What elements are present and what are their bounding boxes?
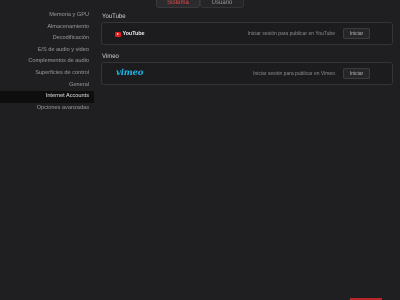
vimeo-signin-button[interactable]: Iniciar — [343, 68, 370, 79]
vimeo-logo: vimeo — [116, 68, 144, 78]
sidebar-item-decodificacion[interactable]: Decodificación — [0, 33, 94, 45]
youtube-signin-text: Iniciar sesión para publicar en YouTube — [247, 31, 335, 37]
vimeo-signin-text: Iniciar sesión para publicar en Vimeo — [253, 71, 335, 77]
settings-tabs: Sistema Usuario — [156, 0, 244, 8]
youtube-logo: YouTube — [115, 31, 145, 37]
youtube-account-card: YouTube Iniciar sesión para publicar en … — [101, 22, 393, 45]
sidebar-item-opciones-avanzadas[interactable]: Opciones avanzadas — [0, 103, 94, 115]
sidebar-item-internet-accounts[interactable]: Internet Accounts — [0, 91, 94, 103]
sidebar-item-superficies-control[interactable]: Superficies de control — [0, 68, 94, 80]
youtube-section-title: YouTube — [102, 14, 126, 20]
tab-sistema[interactable]: Sistema — [156, 0, 200, 8]
internet-accounts-panel: YouTube YouTube Iniciar sesión para publ… — [101, 13, 393, 93]
sidebar-item-memoria-gpu[interactable]: Memoria y GPU — [0, 10, 94, 22]
sidebar-item-complementos-audio[interactable]: Complementos de audio — [0, 56, 94, 68]
tab-usuario[interactable]: Usuario — [200, 0, 244, 8]
sidebar-item-es-audio-video[interactable]: E/S de audio y video — [0, 45, 94, 57]
youtube-signin-button[interactable]: Iniciar — [343, 28, 370, 39]
youtube-play-icon — [115, 31, 121, 37]
sidebar: Memoria y GPU Almacenamiento Decodificac… — [0, 10, 94, 114]
sidebar-item-almacenamiento[interactable]: Almacenamiento — [0, 22, 94, 34]
vimeo-section-title: Vimeo — [102, 54, 119, 60]
sidebar-item-general[interactable]: General — [0, 80, 94, 92]
vimeo-account-card: vimeo Iniciar sesión para publicar en Vi… — [101, 62, 393, 85]
youtube-logo-text: YouTube — [122, 31, 145, 37]
